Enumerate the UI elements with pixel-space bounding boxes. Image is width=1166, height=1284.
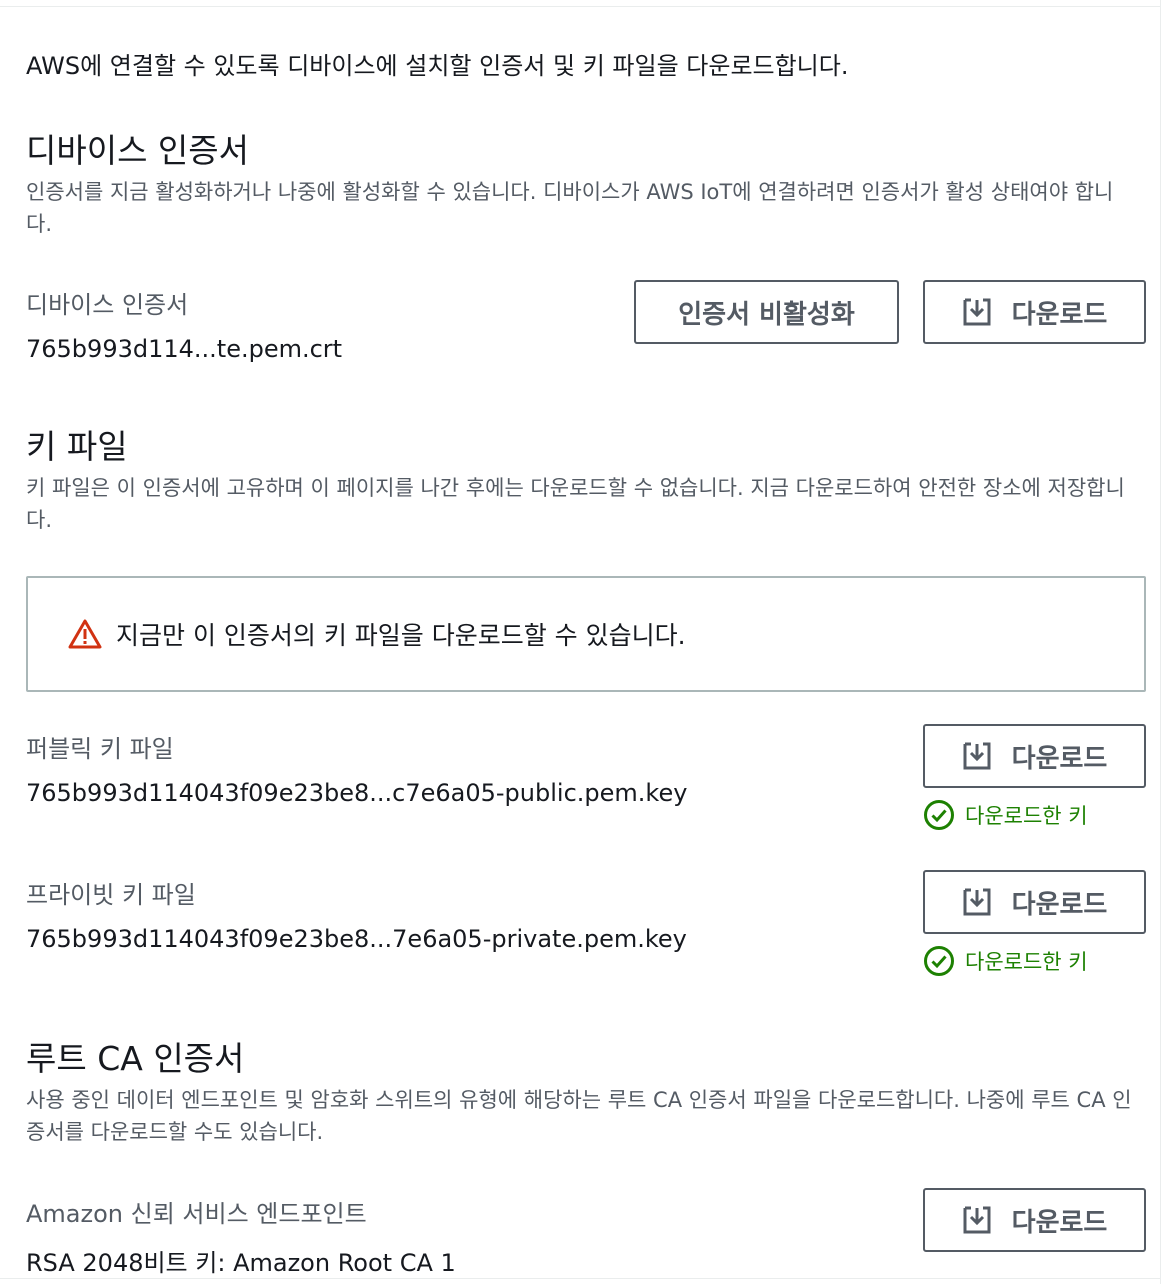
key-files-warning-alert: 지금만 이 인증서의 키 파일을 다운로드할 수 있습니다.: [26, 576, 1146, 692]
deactivate-cert-label: 인증서 비활성화: [678, 299, 855, 330]
private-key-label: 프라이빗 키 파일: [26, 881, 196, 909]
download-public-key-button[interactable]: 다운로드: [923, 724, 1146, 788]
download-private-key-button[interactable]: 다운로드: [923, 870, 1146, 934]
warning-icon: [68, 619, 102, 649]
key-files-description: 키 파일은 이 인증서에 고유하며 이 페이지를 나간 후에는 다운로드할 수 …: [26, 476, 1125, 532]
device-cert-description: 인증서를 지금 활성화하거나 나중에 활성화할 수 있습니다. 디바이스가 AW…: [26, 180, 1114, 236]
public-key-label: 퍼블릭 키 파일: [26, 735, 174, 763]
public-key-status: 다운로드한 키: [923, 799, 1088, 831]
download-cert-label: 다운로드: [1011, 299, 1108, 330]
download-private-key-label: 다운로드: [1011, 889, 1108, 920]
download-icon: [963, 298, 991, 326]
root-ca-value: RSA 2048비트 키: Amazon Root CA 1: [26, 1249, 456, 1277]
key-files-heading: 키 파일: [26, 427, 128, 466]
bottom-divider: [0, 1278, 1160, 1279]
private-key-status-text: 다운로드한 키: [965, 950, 1088, 974]
root-ca-description: 사용 중인 데이터 엔드포인트 및 암호화 스위트의 유형에 해당하는 루트 C…: [26, 1088, 1132, 1144]
download-root-ca-button[interactable]: 다운로드: [923, 1188, 1146, 1252]
deactivate-cert-button[interactable]: 인증서 비활성화: [634, 280, 899, 344]
intro-text: AWS에 연결할 수 있도록 디바이스에 설치할 인증서 및 키 파일을 다운로…: [26, 52, 849, 80]
download-root-ca-label: 다운로드: [1011, 1207, 1108, 1238]
top-divider: [0, 6, 1160, 7]
private-key-filename: 765b993d114043f09e23be8...7e6a05-private…: [26, 925, 687, 953]
check-circle-icon: [924, 946, 954, 976]
warning-message: 지금만 이 인증서의 키 파일을 다운로드할 수 있습니다.: [116, 621, 686, 650]
device-cert-heading: 디바이스 인증서: [26, 131, 250, 170]
public-key-status-text: 다운로드한 키: [965, 804, 1088, 828]
private-key-status: 다운로드한 키: [923, 945, 1088, 977]
right-divider: [1160, 0, 1161, 1284]
root-ca-heading: 루트 CA 인증서: [26, 1039, 245, 1078]
download-icon: [963, 1206, 991, 1234]
download-icon: [963, 888, 991, 916]
download-cert-button[interactable]: 다운로드: [923, 280, 1146, 344]
check-circle-icon: [924, 800, 954, 830]
root-ca-label: Amazon 신뢰 서비스 엔드포인트: [26, 1200, 367, 1228]
download-public-key-label: 다운로드: [1011, 743, 1108, 774]
public-key-filename: 765b993d114043f09e23be8...c7e6a05-public…: [26, 779, 688, 807]
device-cert-label: 디바이스 인증서: [26, 291, 189, 319]
device-cert-filename: 765b993d114...te.pem.crt: [26, 335, 343, 363]
download-icon: [963, 742, 991, 770]
